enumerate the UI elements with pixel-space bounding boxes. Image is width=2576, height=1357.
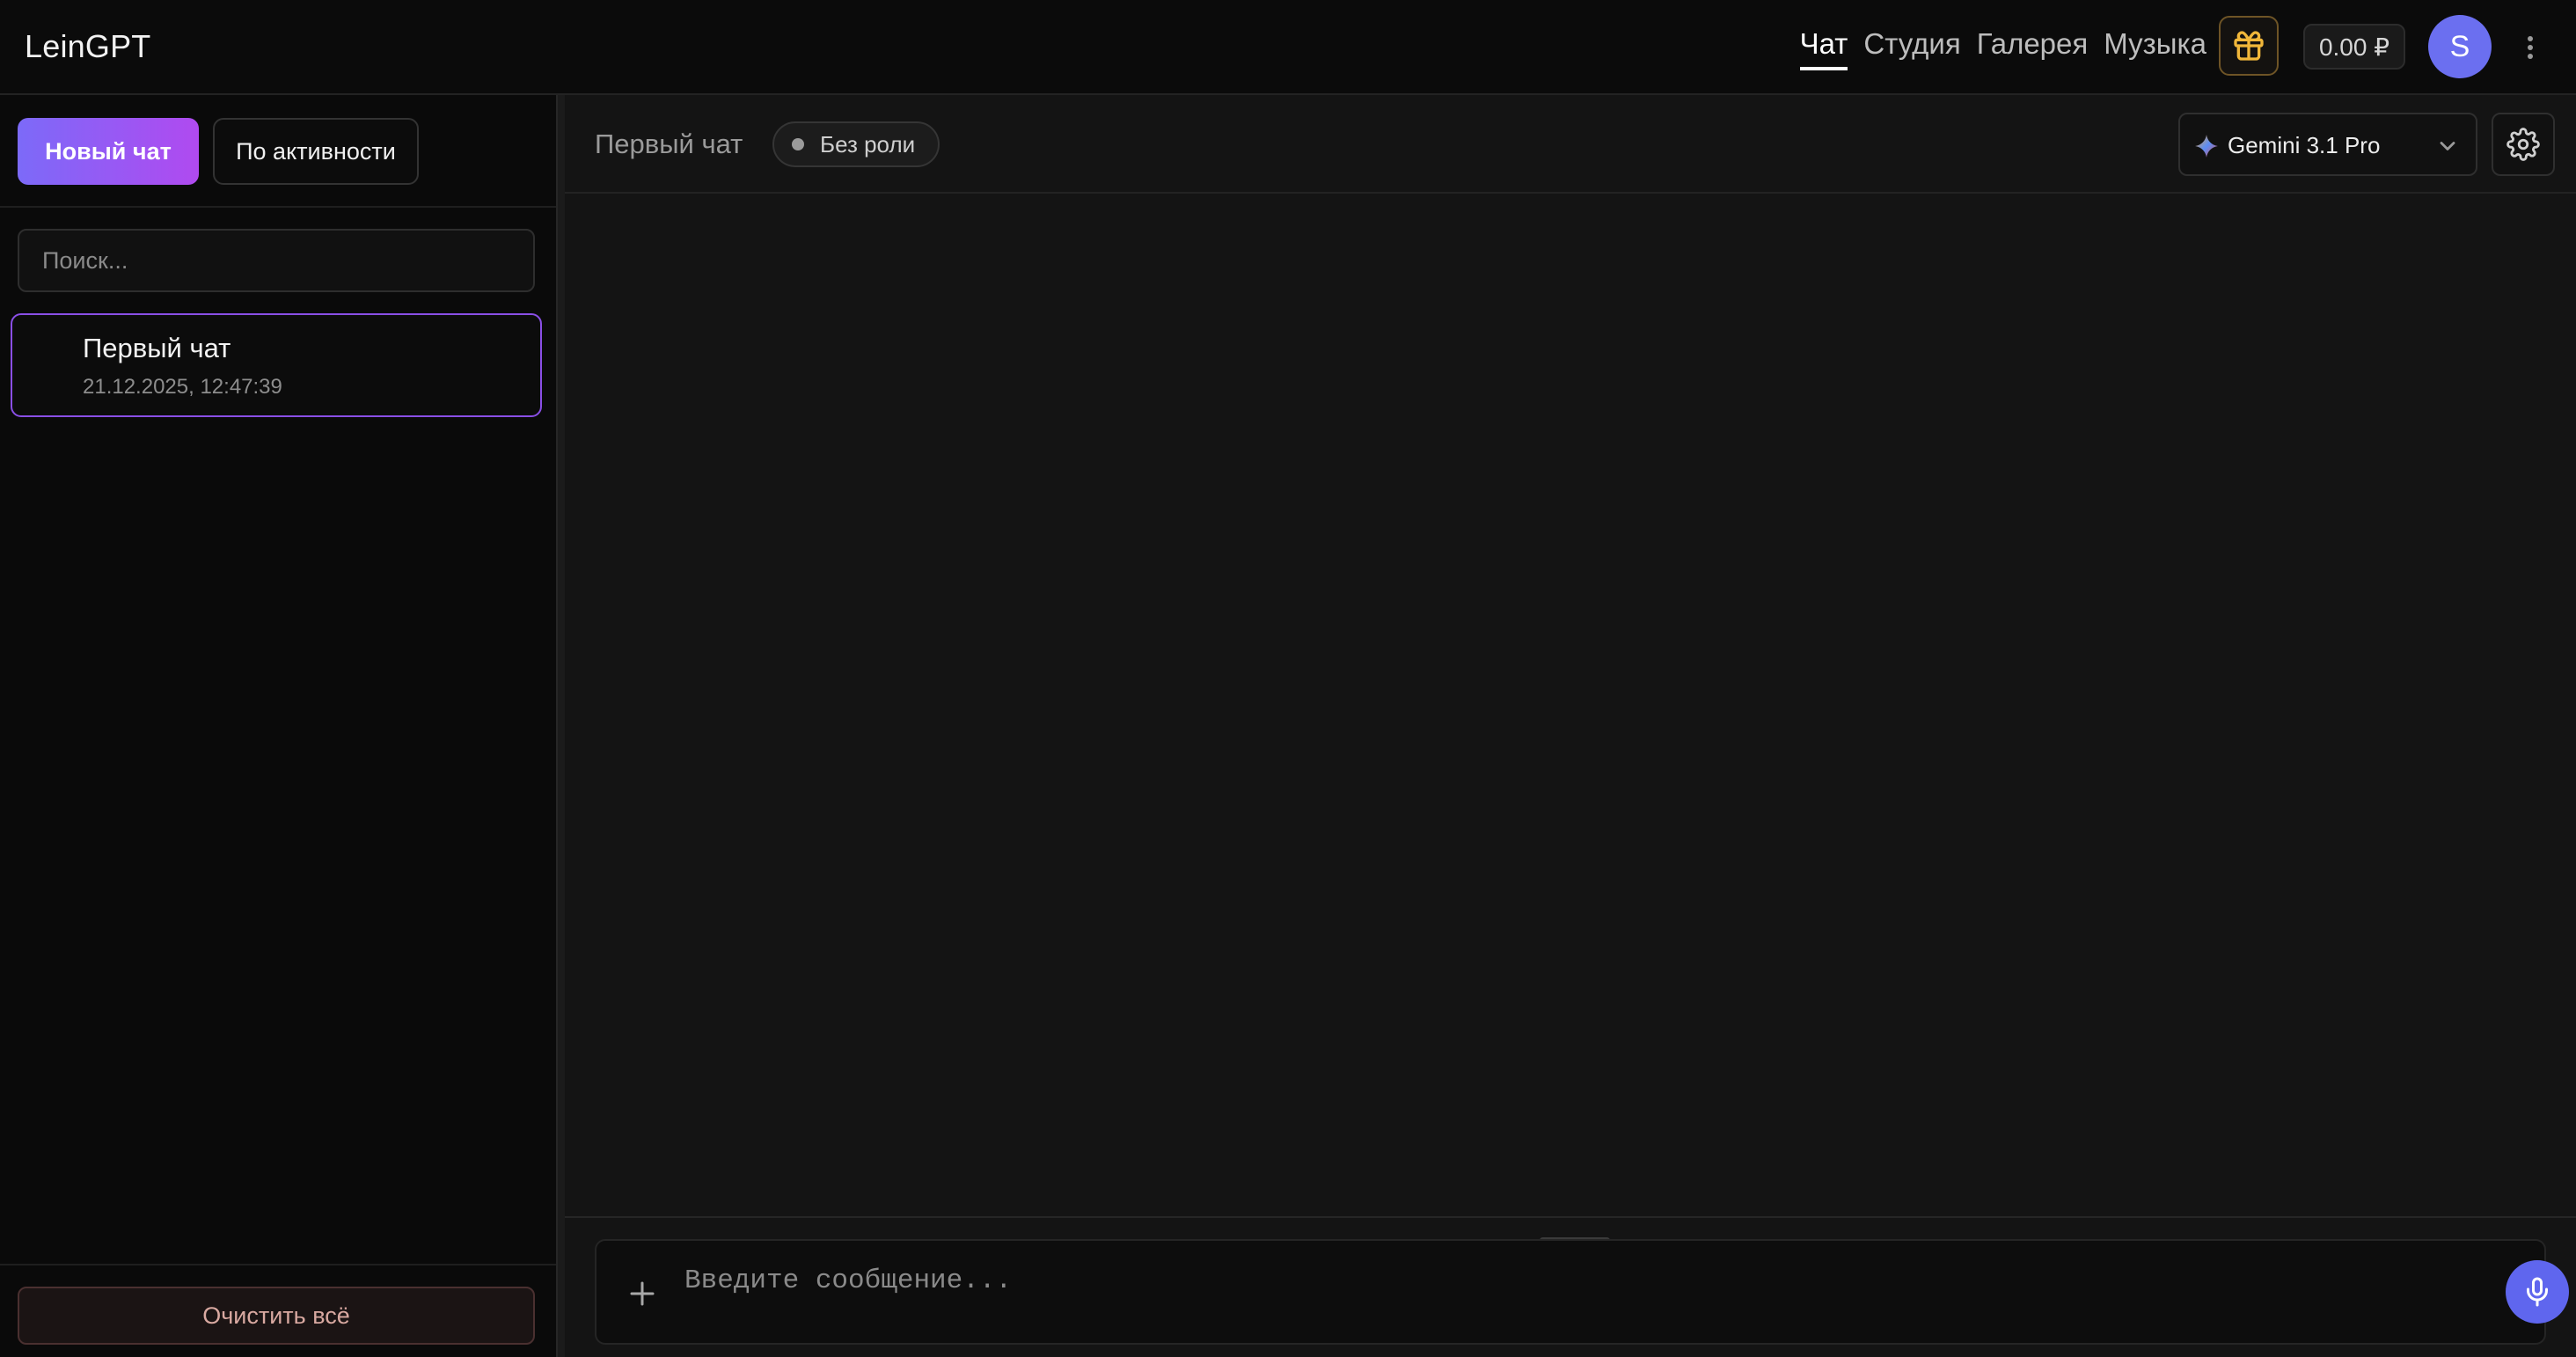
user-avatar[interactable]: S [2428,15,2492,78]
app-logo[interactable]: LeinGPT [25,28,150,65]
chat-header: Первый чат Без роли Gemini 3.1 Pro [565,95,2576,194]
sidebar: Новый чат По активности Первый чат 21.12… [0,95,556,1357]
composer-divider [565,1216,2576,1218]
role-status-dot [792,138,804,150]
chat-settings-button[interactable] [2492,113,2555,176]
sidebar-divider-top [0,206,556,208]
chat-list-item-date: 21.12.2025, 12:47:39 [83,375,282,399]
top-bar: LeinGPT Чат Студия Галерея Музыка 0.00 ₽… [0,0,2576,95]
gift-icon [2234,31,2264,61]
role-selector[interactable]: Без роли [772,121,940,167]
chat-list-item-title: Первый чат [83,333,231,363]
model-label: Gemini 3.1 Pro [2228,132,2381,158]
sidebar-resize-handle[interactable] [556,95,565,1357]
more-menu-button[interactable] [2516,28,2544,67]
balance-badge[interactable]: 0.00 ₽ [2303,24,2405,70]
chat-search-input[interactable] [18,229,535,292]
model-selector[interactable]: Gemini 3.1 Pro [2178,113,2477,176]
attach-button[interactable] [623,1274,662,1313]
new-chat-button[interactable]: Новый чат [18,118,199,185]
plus-icon [630,1281,655,1306]
message-composer [595,1239,2569,1345]
role-label: Без роли [820,130,916,158]
gemini-sparkle-icon [2195,135,2218,158]
nav-gallery[interactable]: Галерея [1977,26,2089,70]
microphone-icon [2527,1277,2548,1307]
nav-studio[interactable]: Студия [1863,26,1960,70]
voice-input-button[interactable] [2506,1260,2569,1324]
nav-music[interactable]: Музыка [2104,26,2206,70]
message-input[interactable] [684,1258,2356,1302]
sort-by-activity-button[interactable]: По активности [213,118,419,185]
chevron-down-icon [2440,142,2455,150]
more-vertical-icon [2528,36,2533,59]
clear-all-button[interactable]: Очистить всё [18,1287,535,1345]
main-nav: Чат Студия Галерея Музыка [1799,26,2206,70]
chat-title[interactable]: Первый чат [595,128,743,160]
chat-list-item[interactable]: Первый чат 21.12.2025, 12:47:39 [11,313,542,417]
sidebar-divider-bottom [0,1264,556,1265]
nav-chat[interactable]: Чат [1799,26,1848,70]
gear-icon [2506,128,2540,161]
gift-button[interactable] [2219,16,2279,76]
chat-panel: Первый чат Без роли Gemini 3.1 Pro [565,95,2576,1357]
